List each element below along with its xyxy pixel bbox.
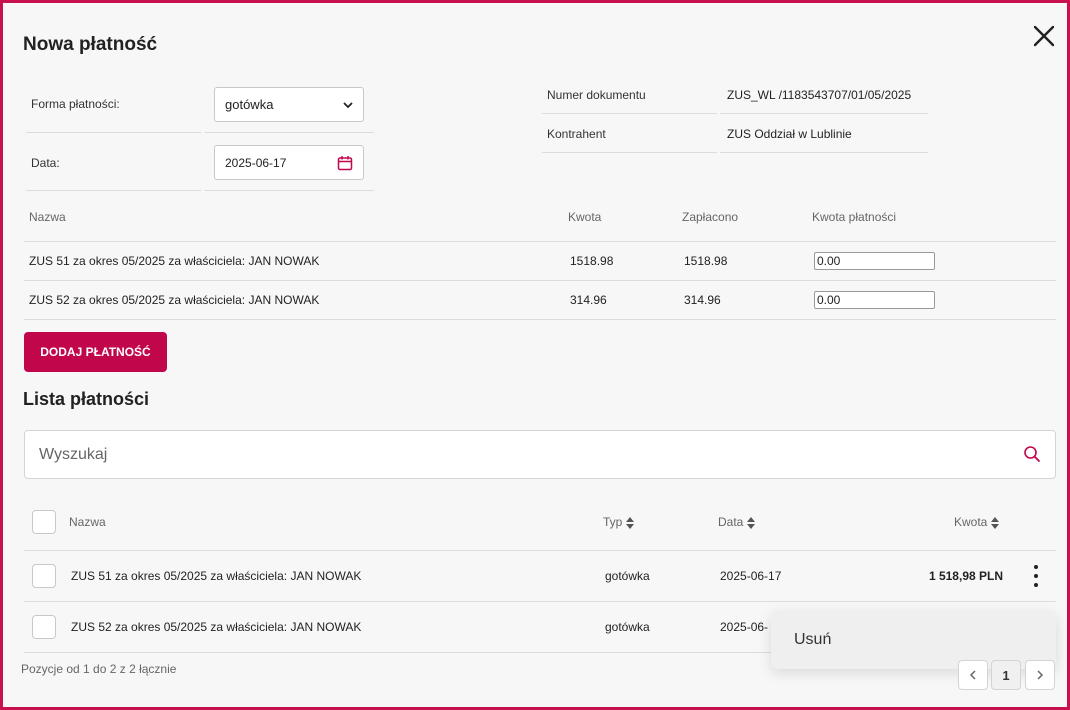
items-header-paid: Zapłacono	[682, 210, 739, 224]
item-row-name: ZUS 51 za okres 05/2025 za właściciela: …	[29, 254, 320, 268]
document-number-label: Numer dokumentu	[547, 88, 646, 102]
calendar-icon[interactable]	[337, 155, 353, 171]
kebab-menu-icon[interactable]	[1028, 564, 1044, 588]
date-field[interactable]: 2025-06-17	[214, 145, 364, 180]
list-row-date: 2025-06-	[720, 620, 769, 634]
items-header-payment: Kwota płatności	[812, 210, 897, 224]
payment-dialog: Nowa płatność Forma płatności: gotówka D…	[0, 0, 1070, 710]
page-1-button[interactable]: 1	[991, 660, 1021, 690]
list-header-type[interactable]: Typ	[603, 515, 635, 529]
dialog-title: Nowa płatność	[23, 34, 158, 55]
list-header-amount-label: Kwota	[954, 515, 988, 529]
date-label: Data:	[31, 156, 60, 170]
list-header-date-label: Data	[718, 515, 744, 529]
sort-icon	[626, 516, 635, 529]
list-row-date: 2025-06-17	[720, 569, 782, 583]
item-row-paid: 1518.98	[684, 254, 728, 268]
chevron-left-icon	[969, 670, 976, 680]
items-header-name: Nazwa	[29, 210, 66, 224]
list-row-name: ZUS 51 za okres 05/2025 za właściciela: …	[71, 569, 362, 583]
list-header-name: Nazwa	[69, 515, 106, 529]
items-header-amount: Kwota	[568, 210, 602, 224]
list-header-date[interactable]: Data	[718, 515, 756, 529]
add-payment-button[interactable]: DODAJ PŁATNOŚĆ	[24, 332, 167, 372]
search-icon[interactable]	[1023, 445, 1041, 463]
search-input[interactable]: Wyszukaj	[24, 430, 1056, 479]
chevron-down-icon	[343, 101, 353, 108]
item-row-amount: 314.96	[570, 293, 607, 307]
list-row-name: ZUS 52 za okres 05/2025 za właściciela: …	[71, 620, 362, 634]
item-row-paid: 314.96	[684, 293, 721, 307]
list-header-type-label: Typ	[603, 515, 623, 529]
delete-menu-item[interactable]: Usuń	[794, 631, 831, 649]
document-number-value: ZUS_WL /1183543707/01/05/2025	[727, 88, 912, 102]
contractor-label: Kontrahent	[547, 127, 606, 141]
sort-icon	[747, 516, 756, 529]
pagination-summary: Pozycje od 1 do 2 z 2 łącznie	[21, 662, 177, 676]
chevron-right-icon	[1037, 670, 1044, 680]
contractor-value: ZUS Oddział w Lublinie	[727, 127, 852, 141]
list-row-amount: 1 518,98 PLN	[928, 569, 1003, 583]
sort-icon	[991, 516, 1000, 529]
select-all-checkbox[interactable]	[32, 510, 56, 534]
row-checkbox[interactable]	[32, 615, 56, 639]
payment-method-label: Forma płatności:	[31, 97, 120, 111]
prev-page-button[interactable]	[958, 660, 988, 690]
payment-method-select[interactable]: gotówka	[214, 87, 364, 122]
payment-amount-input[interactable]: 0.00	[814, 252, 935, 270]
date-value: 2025-06-17	[225, 155, 287, 170]
search-placeholder: Wyszukaj	[39, 446, 108, 463]
payment-method-value: gotówka	[225, 97, 274, 112]
payment-list-title: Lista płatności	[23, 389, 150, 409]
close-icon[interactable]	[1031, 23, 1057, 49]
item-row-amount: 1518.98	[570, 254, 614, 268]
next-page-button[interactable]	[1025, 660, 1055, 690]
list-header-amount[interactable]: Kwota	[954, 515, 1000, 529]
list-row-type: gotówka	[605, 569, 650, 583]
row-checkbox[interactable]	[32, 564, 56, 588]
payment-amount-input[interactable]: 0.00	[814, 291, 935, 309]
list-row-type: gotówka	[605, 620, 650, 634]
item-row-name: ZUS 52 za okres 05/2025 za właściciela: …	[29, 293, 320, 307]
